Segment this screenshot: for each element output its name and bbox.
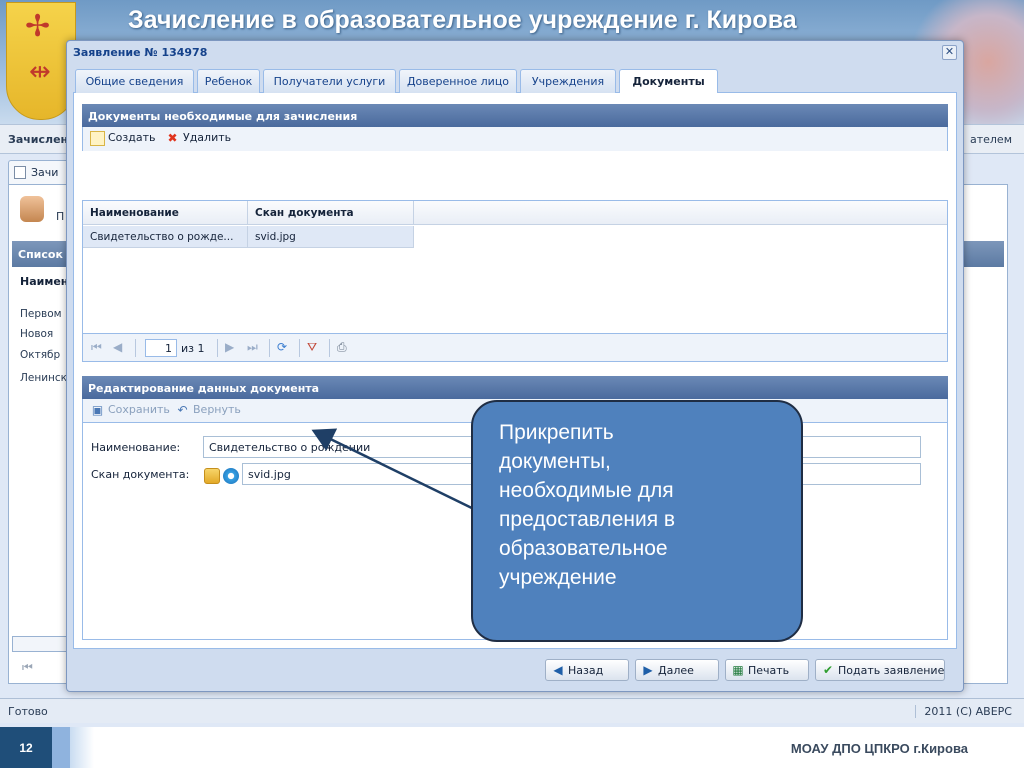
organization-name: МОАУ ДПО ЦПКРО г.Кирова (790, 741, 968, 756)
dialog-tabs: Общие сведения Ребенок Получатели услуги… (73, 68, 957, 94)
save-label: Сохранить (108, 403, 170, 416)
subbar-user[interactable]: ателем (970, 133, 1012, 146)
delete-icon: ✖ (167, 131, 178, 145)
undo-icon: ↶ (177, 403, 188, 417)
slide-number: 12 (0, 727, 52, 768)
footer-stripe (70, 727, 94, 768)
page-count-label: из 1 (181, 342, 205, 355)
next-button[interactable]: ▶ Далее (635, 659, 719, 681)
column-header-scan[interactable]: Скан документа (248, 201, 414, 225)
cell-scan: svid.jpg (248, 226, 414, 248)
print-icon[interactable]: ⎙ (337, 340, 347, 355)
app-toolbar-label: П (56, 210, 65, 223)
last-page-icon[interactable]: ⏭ (247, 340, 258, 355)
scan-label: Скан документа: (91, 468, 190, 481)
close-icon: ✕ (944, 45, 955, 58)
tab-trusted-person[interactable]: Доверенное лицо (399, 69, 517, 93)
grid-pager: ⏮ ◀ 1 из 1 ▶ ⏭ ⟳ ⛛ ⎙ (82, 334, 948, 362)
cross-icon: ✢ (25, 9, 51, 44)
print-label: Печать (748, 664, 790, 677)
arrow-right-icon: ▶ (643, 663, 653, 677)
tab-recipients[interactable]: Получатели услуги (263, 69, 396, 93)
app-tab-label: Зачи (31, 166, 59, 179)
save-button[interactable]: ▣ Сохранить (90, 403, 170, 419)
tab-institutions[interactable]: Учреждения (520, 69, 616, 93)
hand-icon[interactable] (20, 196, 44, 222)
horizontal-scrollbar[interactable] (12, 636, 72, 652)
pager-separator (135, 339, 136, 357)
delete-label: Удалить (183, 131, 232, 144)
tab-documents[interactable]: Документы (619, 69, 718, 94)
submit-application-button[interactable]: ✔ Подать заявление (815, 659, 945, 681)
refresh-icon[interactable]: ⟳ (277, 340, 287, 354)
arrow-icon: ⇹ (29, 57, 51, 87)
download-icon[interactable] (223, 468, 239, 484)
print-button[interactable]: ▦ Печать (725, 659, 809, 681)
page-number-input[interactable]: 1 (145, 339, 177, 357)
filter-clear-icon[interactable]: ⛛ (307, 340, 317, 355)
callout-box: Прикрепить документы, необходимые для пр… (471, 400, 803, 642)
documents-grid: Наименование Скан документа Свидетельств… (82, 200, 948, 334)
app-pager[interactable]: ⏮ (12, 656, 72, 680)
create-label: Создать (108, 131, 156, 144)
back-button[interactable]: ◀ Назад (545, 659, 629, 681)
prev-page-icon[interactable]: ◀ (113, 340, 122, 354)
save-icon: ▣ (91, 403, 104, 417)
checkmark-icon: ✔ (822, 663, 834, 677)
tab-general[interactable]: Общие сведения (75, 69, 194, 93)
app-title: Зачисление в образовательное учреждение … (128, 6, 797, 34)
delete-button[interactable]: ✖ Удалить (165, 131, 231, 147)
column-header-name[interactable]: Наименование (83, 201, 248, 225)
dialog-footer: ◀ Назад ▶ Далее ▦ Печать ✔ Подать заявле… (67, 655, 963, 685)
dialog-title: Заявление № 134978 (73, 46, 208, 59)
back-label: Назад (568, 664, 604, 677)
pager-separator (269, 339, 270, 357)
documents-toolbar: Создать ✖ Удалить (82, 127, 948, 151)
table-row[interactable]: Свидетельство о рожде... svid.jpg (83, 226, 414, 248)
status-text: Готово (8, 705, 48, 718)
submit-label: Подать заявление (838, 664, 945, 677)
close-button[interactable]: ✕ (942, 45, 957, 60)
next-label: Далее (658, 664, 694, 677)
pager-separator (299, 339, 300, 357)
grid-header: Наименование Скан документа (83, 201, 947, 225)
status-bar: Готово 2011 (C) АВЕРС (0, 698, 1024, 723)
pager-separator (217, 339, 218, 357)
revert-button[interactable]: ↶ Вернуть (175, 403, 241, 419)
footer-stripe (52, 727, 70, 768)
edit-panel-header: Редактирование данных документа (82, 376, 948, 399)
attach-file-icon[interactable] (204, 468, 220, 484)
pager-separator (329, 339, 330, 357)
arrow-left-icon: ◀ (553, 663, 563, 677)
slide-footer: 12 МОАУ ДПО ЦПКРО г.Кирова (0, 727, 1024, 768)
create-button[interactable]: Создать (90, 131, 156, 147)
tab-child[interactable]: Ребенок (197, 69, 260, 93)
first-page-icon[interactable]: ⏮ (91, 340, 102, 355)
first-page-icon[interactable]: ⏮ (22, 660, 33, 674)
excel-icon: ▦ (732, 663, 744, 677)
cell-name: Свидетельство о рожде... (83, 226, 248, 248)
subbar-title: Зачислен (8, 133, 69, 146)
name-label: Наименование: (91, 441, 181, 454)
copyright-text: 2011 (C) АВЕРС (915, 705, 1012, 718)
new-document-icon (90, 131, 105, 146)
revert-label: Вернуть (193, 403, 241, 416)
next-page-icon[interactable]: ▶ (225, 340, 234, 354)
document-icon (14, 166, 26, 179)
documents-panel-header: Документы необходимые для зачисления (82, 104, 948, 127)
